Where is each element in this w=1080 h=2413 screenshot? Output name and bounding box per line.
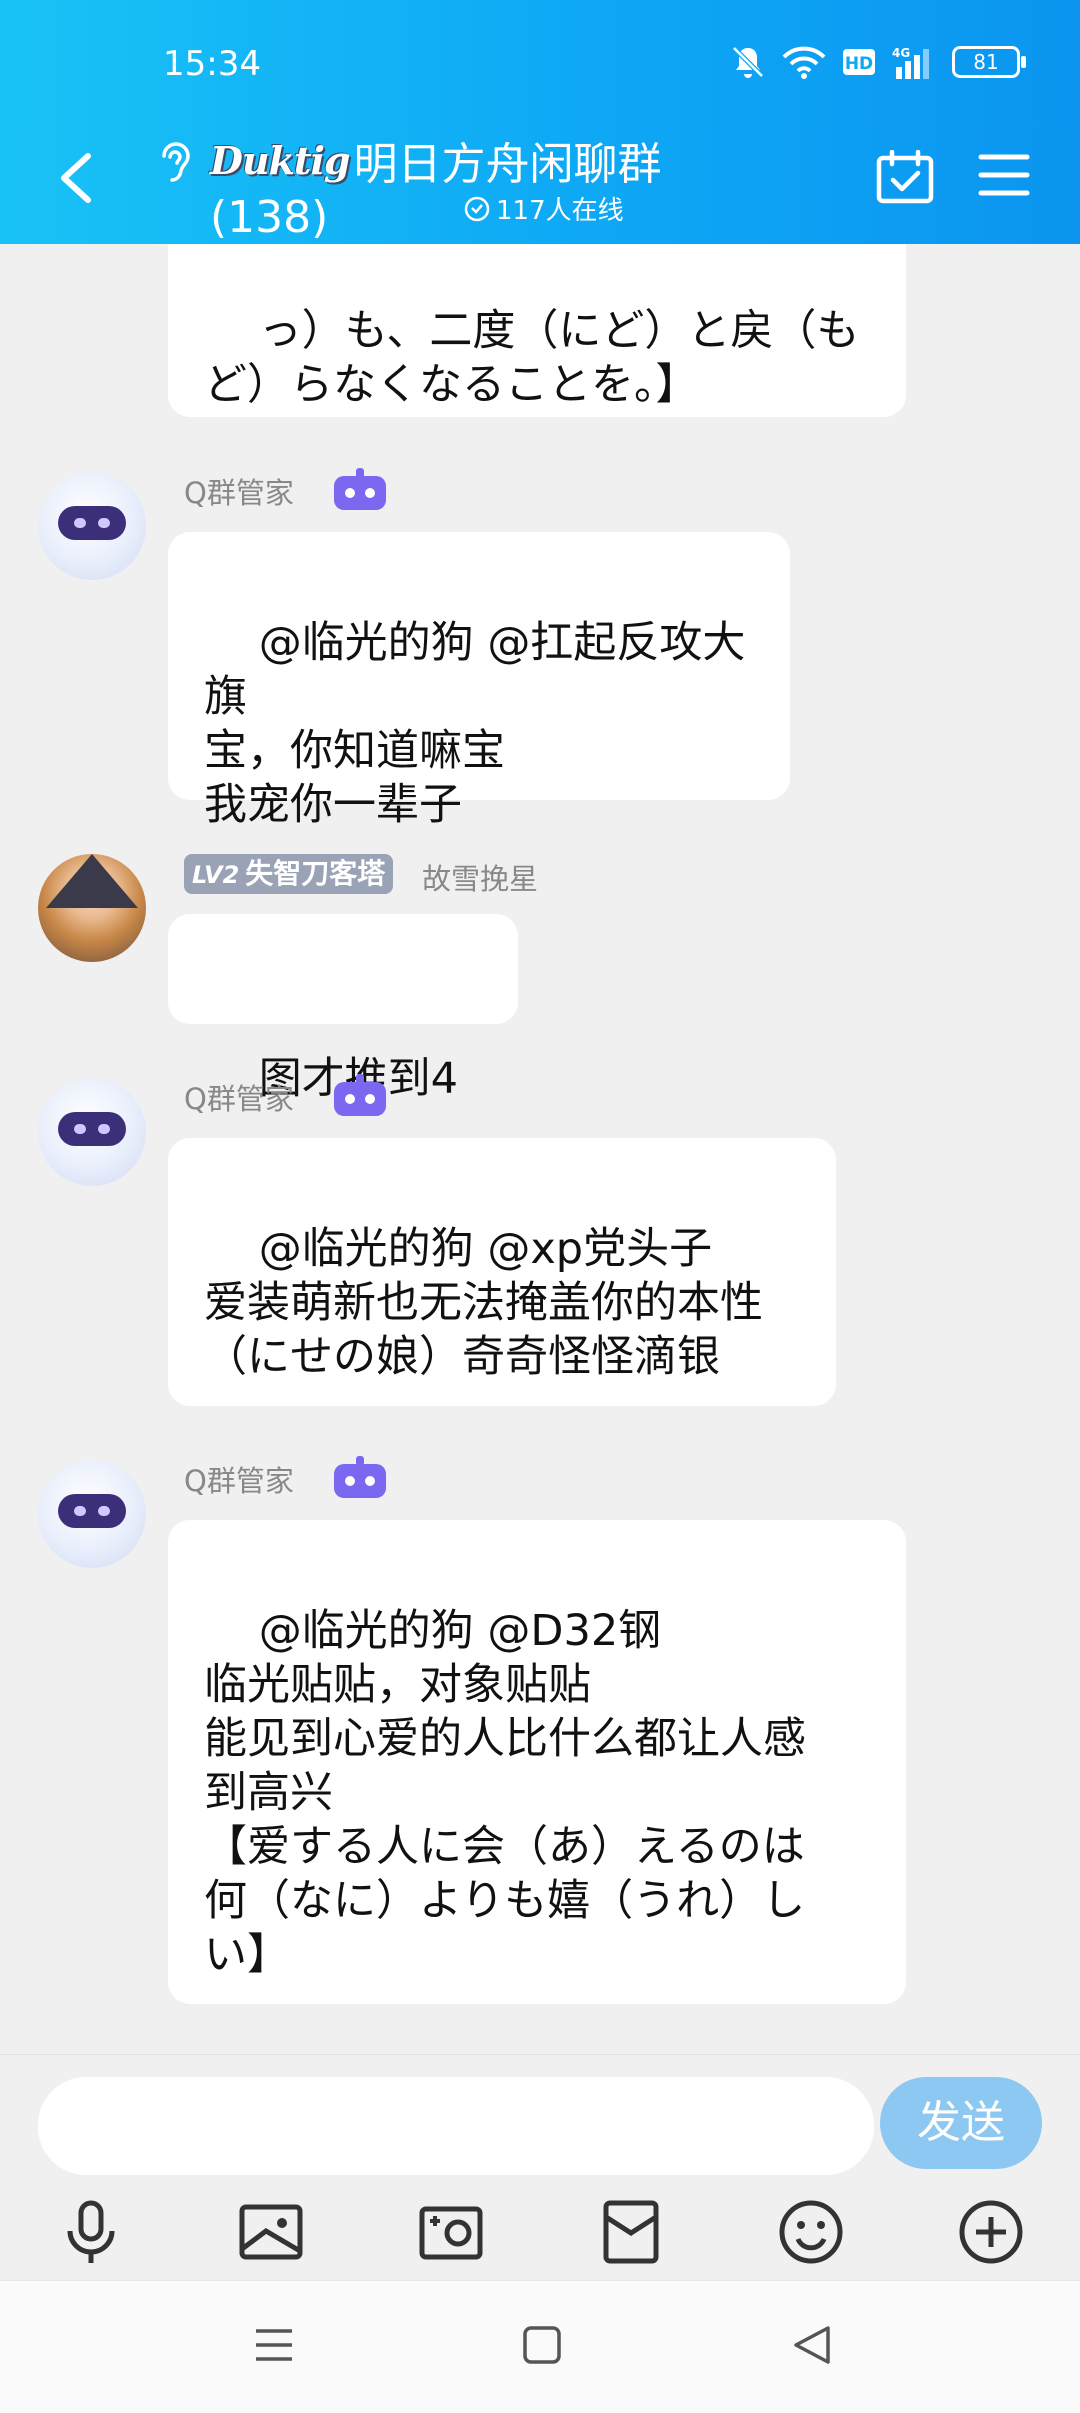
home-icon[interactable] xyxy=(520,2323,564,2367)
message-input[interactable] xyxy=(38,2077,874,2175)
online-count: 117人在线 xyxy=(496,196,624,226)
svg-text:4G: 4G xyxy=(892,46,910,60)
image-icon[interactable] xyxy=(236,2197,306,2267)
back-icon[interactable] xyxy=(790,2323,834,2367)
group-logo: Duktig xyxy=(210,137,350,183)
send-button[interactable]: 发送 xyxy=(880,2077,1042,2169)
input-area: 发送 xyxy=(0,2054,1080,2281)
avatar[interactable] xyxy=(38,472,146,580)
online-check-icon xyxy=(464,196,490,221)
message-bubble[interactable]: @临光的狗 @xp党头子 爱装萌新也无法掩盖你的本性 （にせの娘）奇奇怪怪滴银 xyxy=(168,1138,836,1406)
wifi-icon xyxy=(782,46,826,79)
battery-indicator: 81 xyxy=(952,46,1026,78)
microphone-icon[interactable] xyxy=(56,2197,126,2267)
status-icons: HD 4G 81 xyxy=(730,44,1026,80)
sender-name: Q群管家 xyxy=(184,1464,294,1498)
message-text: @临光的狗 @D32钢 临光贴贴，对象贴贴 能见到心爱的人比什么都让人感 到高兴… xyxy=(204,1606,806,1980)
bot-visor xyxy=(58,506,126,540)
bot-visor xyxy=(58,1112,126,1146)
robot-icon xyxy=(334,1074,386,1116)
status-time: 15:34 xyxy=(163,44,261,84)
sender-name: Q群管家 xyxy=(184,476,294,510)
avatar[interactable] xyxy=(38,854,146,962)
hd-icon: HD xyxy=(843,49,875,75)
sender-name: 故雪挽星 xyxy=(422,862,539,896)
red-packet-icon[interactable] xyxy=(596,2197,666,2267)
system-navigation-bar xyxy=(0,2280,1080,2413)
member-title: 失智刀客塔 xyxy=(245,857,386,890)
robot-icon xyxy=(334,468,386,510)
emoji-icon[interactable] xyxy=(776,2197,846,2267)
camera-icon[interactable] xyxy=(416,2197,486,2267)
bot-visor xyxy=(58,1494,126,1528)
avatar[interactable] xyxy=(38,1460,146,1568)
message-bubble[interactable]: @临光的狗 @D32钢 临光贴贴，对象贴贴 能见到心爱的人比什么都让人感 到高兴… xyxy=(168,1520,906,2004)
sender-name: Q群管家 xyxy=(184,1082,294,1116)
mute-bell-icon xyxy=(732,46,764,78)
member-title-badge: LV2 失智刀客塔 xyxy=(184,854,394,894)
avatar-hat xyxy=(46,854,138,908)
chat-header: 15:34 HD 4G 81 Duktig明日方舟闲聊群(138) 117人在线 xyxy=(0,0,1080,244)
plus-circle-icon[interactable] xyxy=(956,2197,1026,2267)
message-list[interactable]: っ）も、二度（にど）と戻（も ど）らなくなることを。】 Q群管家 @临光的狗 @… xyxy=(0,244,1080,2054)
level-label: LV2 xyxy=(192,861,240,889)
recent-apps-icon[interactable] xyxy=(252,2323,296,2367)
avatar[interactable] xyxy=(38,1078,146,1186)
message-text: @临光的狗 @扛起反攻大旗 宝，你知道嘛宝 我宠你一辈子 xyxy=(204,618,746,830)
back-arrow-icon[interactable] xyxy=(52,150,100,206)
message-text: っ）も、二度（にど）と戻（も ど）らなくなることを。】 xyxy=(204,306,860,410)
signal-4g-icon: 4G xyxy=(892,46,929,79)
ear-icon[interactable] xyxy=(156,138,192,184)
message-bubble[interactable]: 图才推到4一9 xyxy=(168,914,518,1214)
online-status: 117人在线 xyxy=(464,190,624,227)
message-text: @临光的狗 @xp党头子 爱装萌新也无法掩盖你的本性 （にせの娘）奇奇怪怪滴银 xyxy=(204,1224,763,1382)
menu-icon[interactable] xyxy=(978,152,1030,198)
message-bubble[interactable]: っ）も、二度（にど）と戻（も ど）らなくなることを。】 xyxy=(168,244,906,417)
calendar-check-icon[interactable] xyxy=(876,150,934,204)
message-bubble[interactable]: @临光的狗 @扛起反攻大旗 宝，你知道嘛宝 我宠你一辈子 xyxy=(168,532,790,830)
svg-text:HD: HD xyxy=(845,54,873,74)
battery-level: 81 xyxy=(973,50,999,74)
robot-icon xyxy=(334,1456,386,1498)
